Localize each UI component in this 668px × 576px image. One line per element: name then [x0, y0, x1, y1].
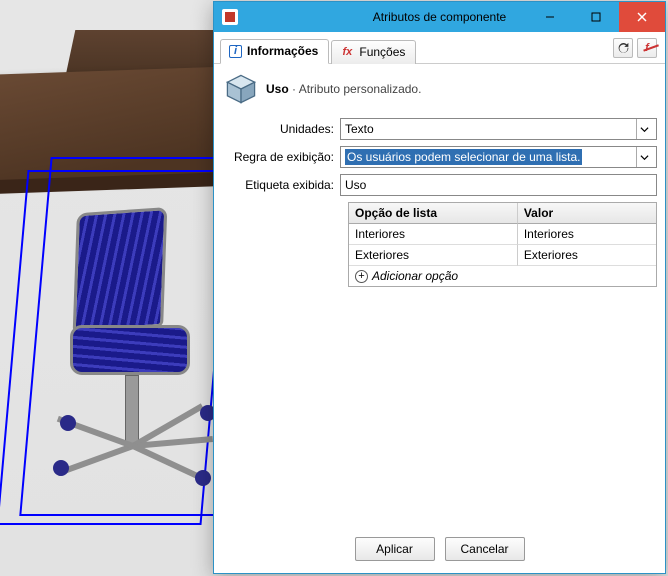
component-attributes-dialog: Atributos de componente i Informações fx… [213, 1, 666, 574]
table-row[interactable]: Interiores Interiores [349, 224, 656, 245]
attribute-subtitle: Atributo personalizado. [299, 82, 422, 96]
toggle-formula-button[interactable]: f [637, 38, 657, 58]
units-select[interactable]: Texto [340, 118, 657, 140]
add-option-label: Adicionar opção [372, 269, 458, 283]
display-rule-select[interactable]: Os usuários podem selecionar de uma list… [340, 146, 657, 168]
shown-label-input[interactable] [345, 178, 652, 192]
cell-option: Interiores [349, 224, 518, 245]
plus-icon: + [355, 270, 368, 283]
attribute-header: Uso · Atributo personalizado. [214, 64, 665, 114]
chevron-down-icon [636, 147, 652, 167]
titlebar[interactable]: Atributos de componente [214, 2, 665, 32]
units-value: Texto [345, 122, 374, 136]
chair-model [55, 210, 205, 490]
refresh-icon [617, 42, 630, 55]
options-table: Opção de lista Valor Interiores Interior… [348, 202, 657, 287]
shown-label-input-wrap [340, 174, 657, 196]
minimize-button[interactable] [527, 2, 573, 32]
col-header-value: Valor [518, 203, 656, 224]
fx-strike-icon: f [645, 42, 649, 54]
attribute-name: Uso [266, 82, 289, 96]
fx-icon: fx [340, 45, 354, 59]
col-header-option: Opção de lista [349, 203, 518, 224]
close-button[interactable] [619, 2, 665, 32]
tab-funcoes[interactable]: fx Funções [331, 40, 416, 64]
display-rule-label: Regra de exibição: [222, 150, 340, 164]
tab-label-info: Informações [247, 44, 318, 58]
apply-button[interactable]: Aplicar [355, 537, 435, 561]
units-label: Unidades: [222, 122, 340, 136]
component-icon [224, 72, 258, 106]
tab-label-functions: Funções [359, 45, 405, 59]
cell-value: Interiores [518, 224, 656, 245]
cell-value: Exteriores [518, 245, 656, 266]
cell-option: Exteriores [349, 245, 518, 266]
refresh-button[interactable] [613, 38, 633, 58]
shown-label-label: Etiqueta exibida: [222, 178, 340, 192]
info-icon: i [229, 45, 242, 58]
maximize-button[interactable] [573, 2, 619, 32]
tabs: i Informações fx Funções f [214, 32, 665, 64]
form: Unidades: Texto Regra de exibição: Os us… [214, 114, 665, 295]
app-icon [222, 9, 238, 25]
tab-informacoes[interactable]: i Informações [220, 39, 329, 64]
add-option-button[interactable]: + Adicionar opção [349, 266, 656, 286]
cancel-button[interactable]: Cancelar [445, 537, 525, 561]
display-rule-value: Os usuários podem selecionar de uma list… [345, 149, 582, 165]
chevron-down-icon [636, 119, 652, 139]
dialog-footer: Aplicar Cancelar [214, 525, 665, 573]
table-row[interactable]: Exteriores Exteriores [349, 245, 656, 266]
